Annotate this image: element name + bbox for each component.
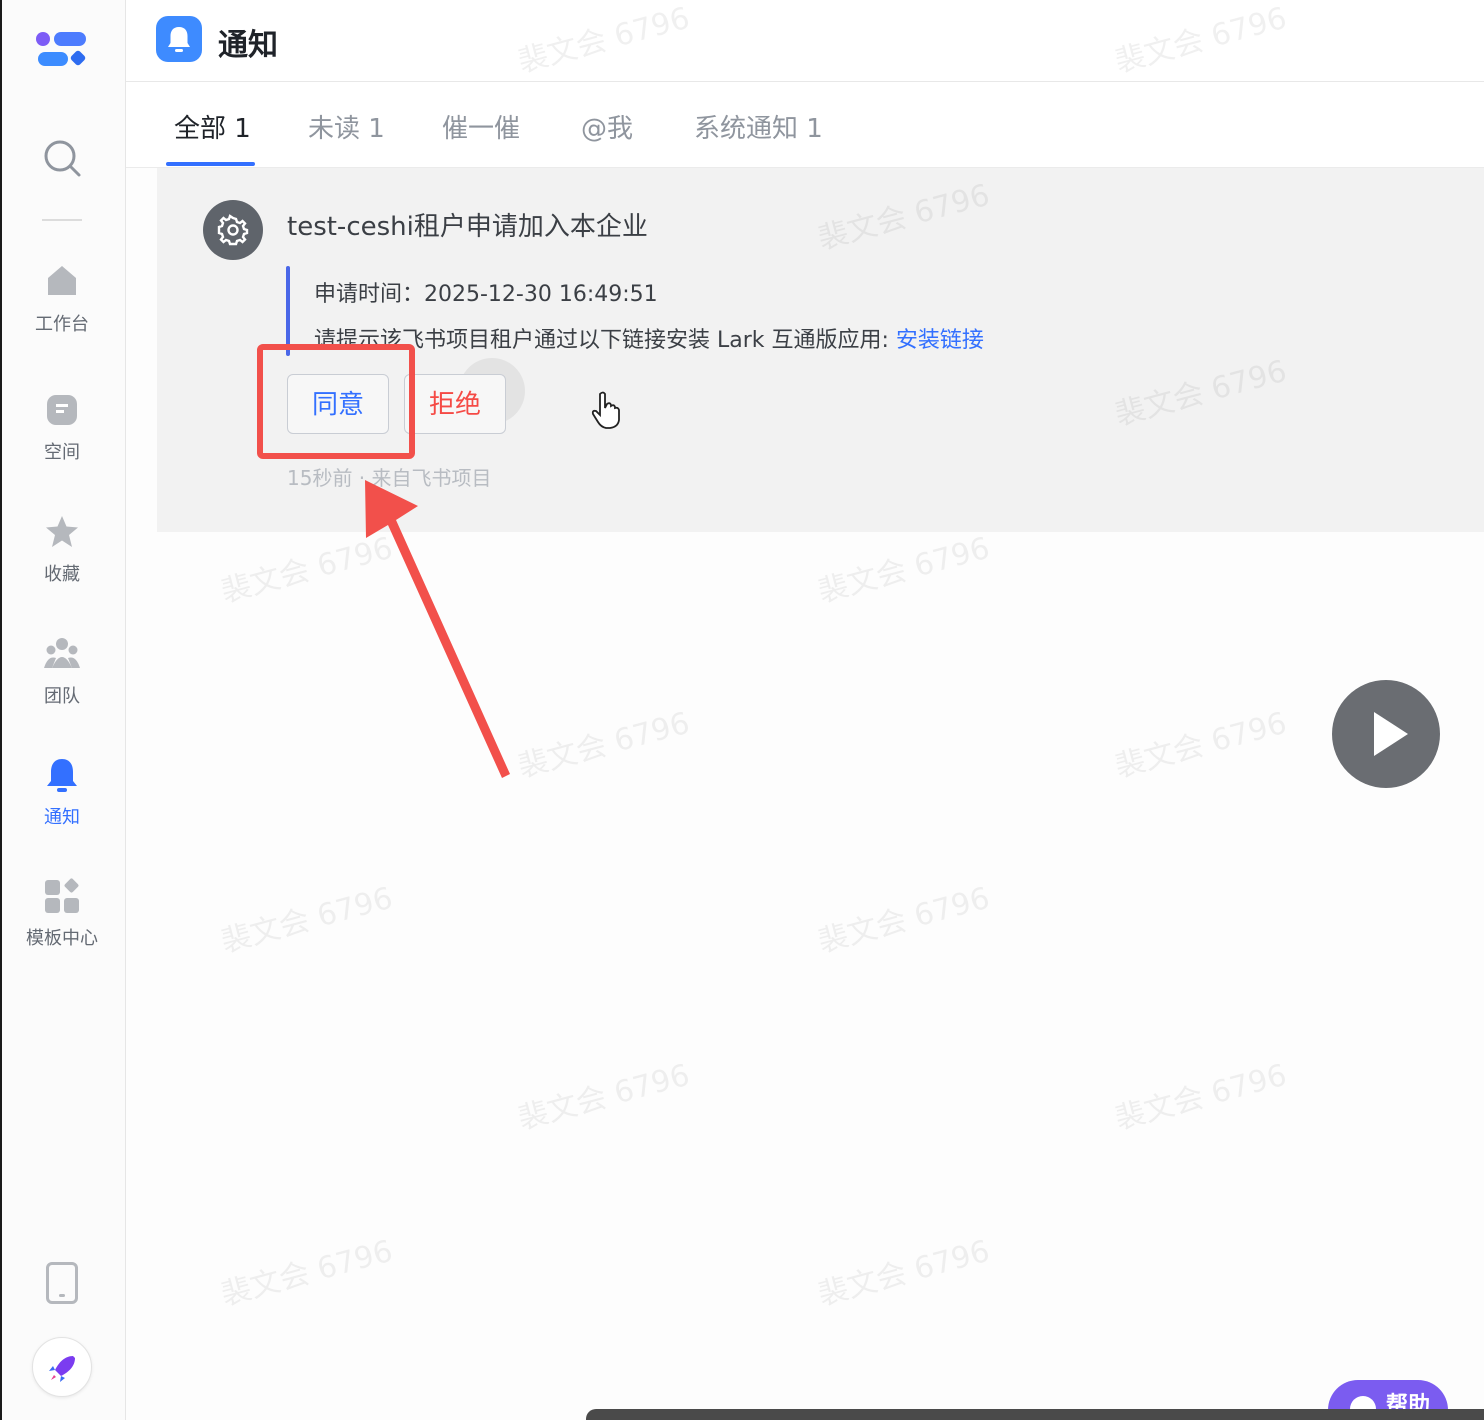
tab-unread[interactable]: 未读 1: [308, 108, 385, 145]
people-icon: [44, 636, 80, 672]
watermark: 裴文会 6796: [814, 880, 994, 961]
install-link[interactable]: 安装链接: [896, 328, 984, 353]
watermark: 裴文会 6796: [514, 1057, 694, 1138]
mobile-icon[interactable]: [46, 1262, 78, 1304]
sidebar-item-label: 收藏: [44, 564, 80, 585]
notification-tabs: 全部 1 未读 1 催一催 @我 系统通知 1: [126, 82, 1484, 168]
apply-time: 申请时间：2025-12-30 16:49:51: [314, 282, 658, 307]
hand-cursor-icon: [591, 391, 620, 429]
watermark: 裴文会 6796: [217, 1233, 397, 1314]
watermark: 裴文会 6796: [514, 705, 694, 786]
watermark: 裴文会 6796: [1111, 1057, 1291, 1138]
tab-all[interactable]: 全部 1: [174, 108, 251, 145]
watermark: 裴文会 6796: [1111, 705, 1291, 786]
tab-system[interactable]: 系统通知 1: [694, 108, 823, 145]
sidebar-divider: [42, 219, 82, 221]
sidebar-item-space[interactable]: 空间: [0, 392, 124, 482]
page-title: 通知: [218, 28, 278, 63]
sidebar-item-label: 工作台: [35, 314, 89, 335]
bottom-bar: [586, 1409, 1484, 1420]
home-icon: [44, 262, 80, 298]
doc-icon: [44, 392, 80, 428]
sidebar-item-label: 通知: [44, 807, 80, 828]
tab-active-indicator: [166, 162, 255, 166]
watermark: 裴文会 6796: [217, 880, 397, 961]
sidebar-item-notifications[interactable]: 通知: [0, 757, 124, 847]
sidebar-item-label: 团队: [44, 686, 80, 707]
annotation-arrow: [365, 480, 510, 778]
grid-icon: [44, 878, 80, 914]
sidebar-item-label: 空间: [44, 442, 80, 463]
watermark: 裴文会 6796: [814, 1233, 994, 1314]
rocket-button[interactable]: [32, 1337, 92, 1397]
sidebar-item-favorites[interactable]: 收藏: [0, 514, 124, 604]
sidebar-item-templates[interactable]: 模板中心: [0, 878, 124, 968]
notification-title: test-ceshi租户申请加入本企业: [287, 212, 648, 242]
page-header: 通知: [126, 0, 1484, 82]
reject-button[interactable]: 拒绝: [404, 374, 506, 434]
app-logo[interactable]: [36, 32, 88, 68]
star-icon: [44, 514, 80, 550]
tab-mentions[interactable]: @我: [581, 108, 633, 145]
sidebar-item-team[interactable]: 团队: [0, 636, 124, 726]
gear-icon: [203, 200, 263, 260]
bell-icon: [44, 757, 80, 793]
annotation-highlight-box: [257, 344, 415, 459]
bell-icon: [156, 16, 202, 62]
rocket-icon: [49, 1356, 75, 1382]
search-icon[interactable]: [40, 136, 84, 180]
tab-urge[interactable]: 催一催: [442, 108, 520, 145]
sidebar-item-label: 模板中心: [26, 928, 98, 949]
sidebar-item-workbench[interactable]: 工作台: [0, 262, 124, 352]
sidebar: 工作台 空间 收藏 团队 通知 模板中心: [0, 0, 126, 1420]
watermark: 裴文会 6796: [814, 530, 994, 611]
quote-bar: [286, 266, 290, 356]
play-button[interactable]: [1332, 680, 1440, 788]
